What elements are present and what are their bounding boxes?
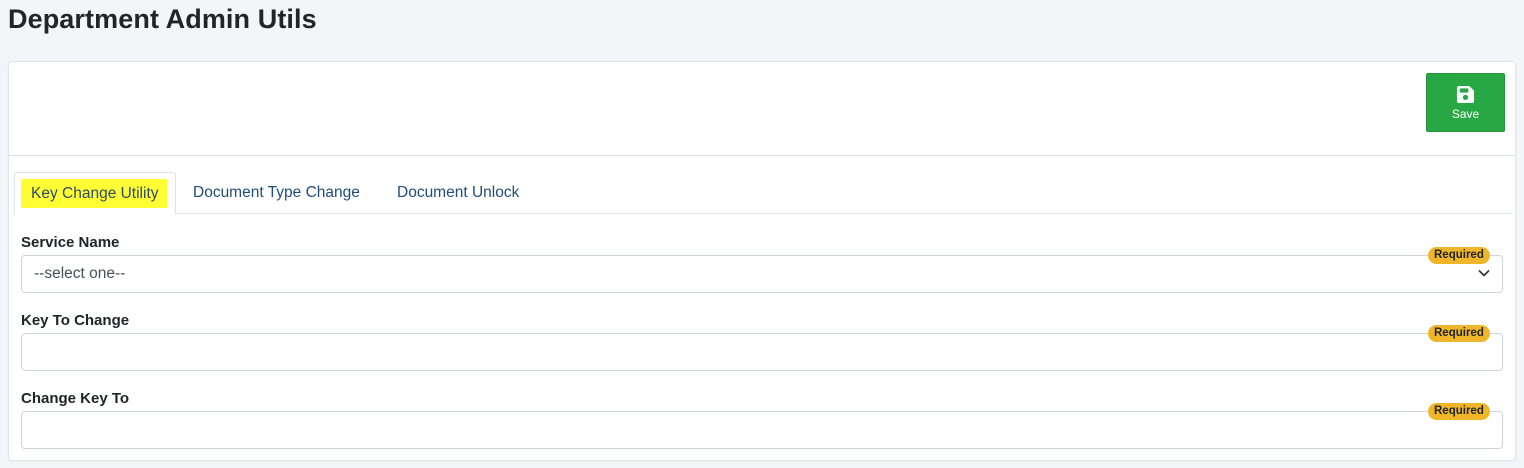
- save-button-label: Save: [1451, 106, 1480, 121]
- key-to-change-label: Key To Change: [21, 312, 130, 329]
- key-to-change-input[interactable]: [21, 333, 1503, 371]
- chevron-down-icon: [1478, 270, 1490, 277]
- required-badge: Required: [1428, 247, 1490, 264]
- service-name-label: Service Name: [21, 234, 120, 251]
- floppy-disk-icon: [1456, 85, 1475, 103]
- service-name-select[interactable]: --select one--: [21, 255, 1503, 293]
- tab-document-type-change[interactable]: Document Type Change: [193, 172, 360, 214]
- card-toolbar: Save: [9, 62, 1515, 156]
- required-badge: Required: [1428, 325, 1490, 342]
- page-title: Department Admin Utils: [8, 4, 317, 34]
- change-key-to-input[interactable]: [21, 411, 1503, 449]
- save-button[interactable]: Save: [1426, 73, 1505, 132]
- utility-tabs: Key Change Utility Document Type Change …: [14, 172, 1512, 215]
- tab-key-change-utility[interactable]: Key Change Utility: [14, 172, 176, 215]
- admin-utils-card: Save Key Change Utility Document Type Ch…: [8, 61, 1516, 461]
- tab-label: Document Type Change: [193, 184, 360, 201]
- tab-document-unlock[interactable]: Document Unlock: [397, 172, 519, 214]
- tab-label: Key Change Utility: [21, 179, 167, 208]
- required-badge: Required: [1428, 403, 1490, 420]
- tab-label: Document Unlock: [397, 184, 520, 201]
- change-key-to-label: Change Key To: [21, 390, 130, 407]
- service-name-selected-value: --select one--: [34, 265, 126, 282]
